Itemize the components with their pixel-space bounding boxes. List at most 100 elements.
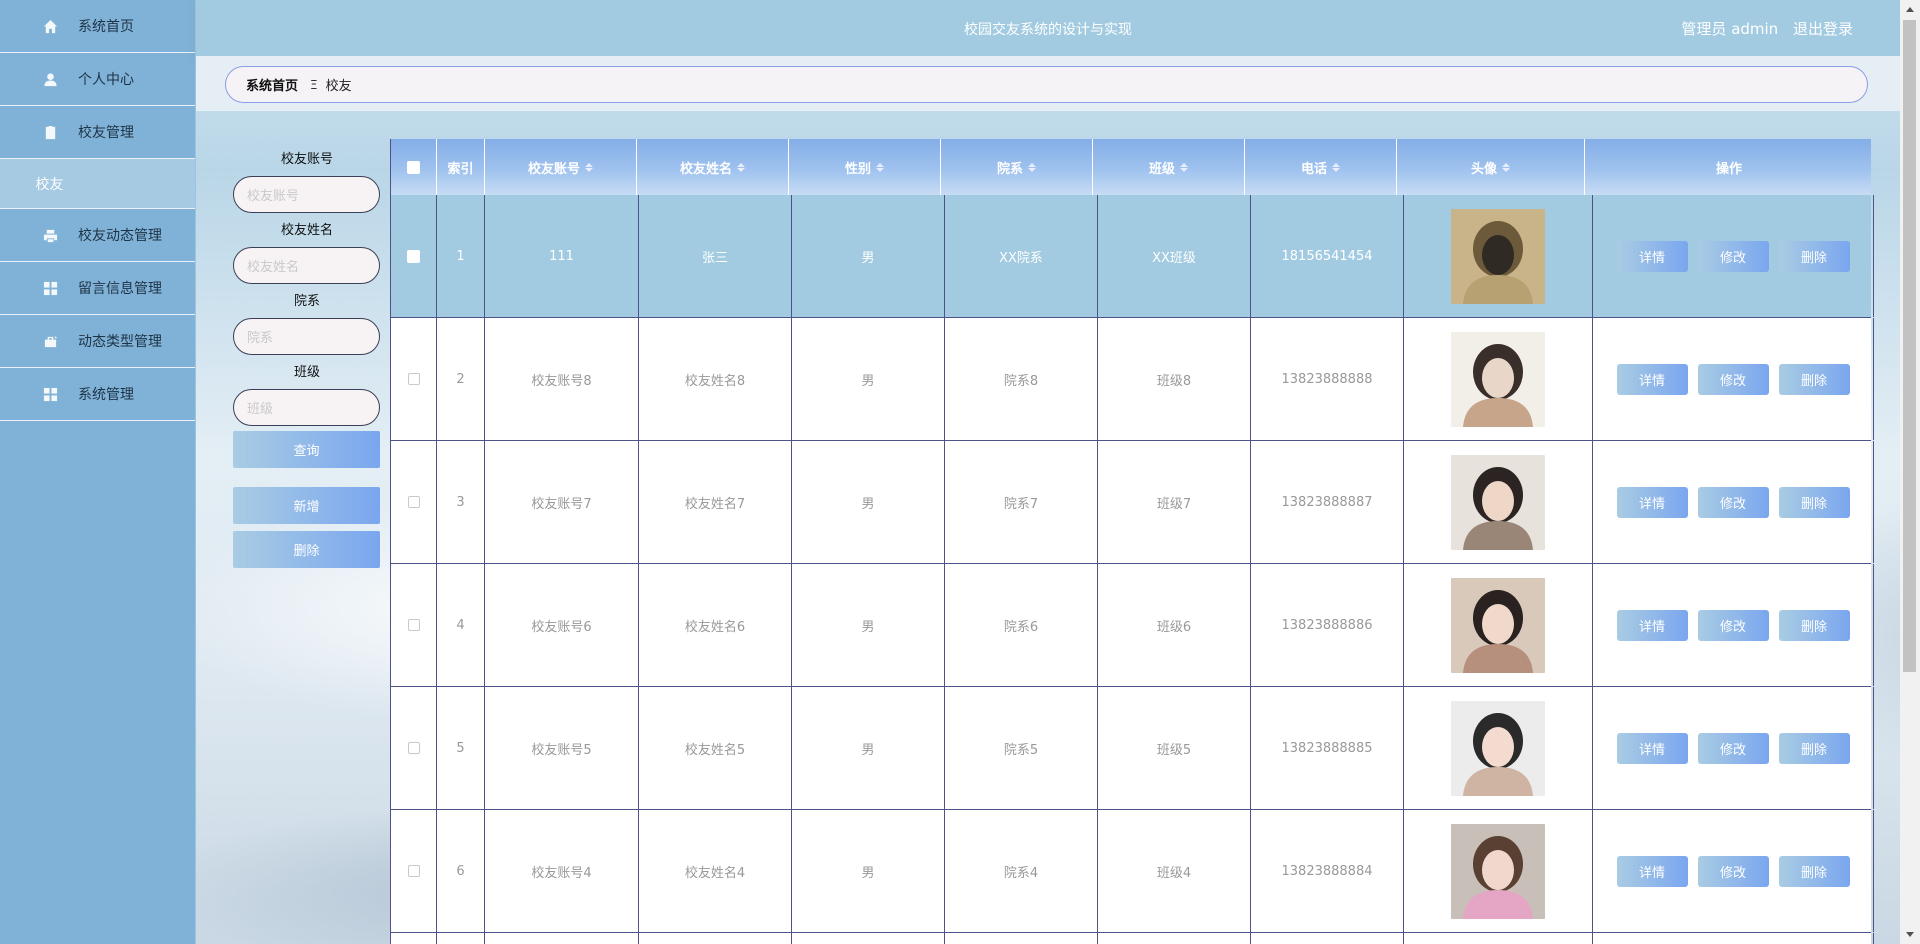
delete-button[interactable]: 删除	[1778, 240, 1850, 272]
header-label: 电话	[1300, 161, 1327, 177]
table-row[interactable]: 4 校友账号6 校友姓名6 男院系6 班级6 13823888886 详情 修改 删除	[391, 564, 1874, 687]
sidebar-item-alumni-news[interactable]: 校友动态管理	[0, 209, 195, 262]
edit-button[interactable]: 修改	[1697, 609, 1769, 641]
breadcrumb-separator: Ξ	[310, 77, 318, 92]
table-row	[391, 933, 1874, 944]
row-checkbox[interactable]	[407, 865, 420, 877]
cell-phone: 13823888888	[1251, 318, 1404, 440]
printer-icon	[42, 227, 58, 243]
avatar[interactable]	[1451, 823, 1545, 919]
header-class[interactable]: 班级	[1093, 139, 1245, 195]
add-button[interactable]: 新增	[233, 487, 380, 524]
row-select-cell	[391, 441, 437, 563]
cell-department: 院系8	[945, 318, 1098, 440]
row-checkbox[interactable]	[407, 742, 420, 754]
detail-button[interactable]: 详情	[1616, 486, 1688, 518]
batch-delete-button[interactable]: 删除	[233, 531, 380, 568]
home-icon	[42, 18, 58, 34]
detail-button[interactable]: 详情	[1616, 363, 1688, 395]
class-label: 班级	[293, 365, 320, 380]
sidebar-item-label: 系统首页	[78, 19, 134, 35]
table-row[interactable]: 3 校友账号7 校友姓名7 男院系7 班级7 13823888887 详情 修改 删除	[391, 441, 1874, 564]
cell-gender: 男	[792, 318, 945, 440]
cell-actions: 详情 修改 删除	[1593, 318, 1874, 440]
name-input[interactable]: 校友姓名	[233, 247, 380, 284]
cell-avatar	[1404, 810, 1593, 932]
avatar[interactable]	[1451, 208, 1545, 304]
sort-icon	[1028, 162, 1036, 172]
cell-name: 校友姓名7	[639, 441, 792, 563]
logout-link[interactable]: 退出登录	[1793, 20, 1853, 38]
sidebar-item-alumni-management[interactable]: 校友管理	[0, 106, 195, 159]
scroll-up-icon[interactable]	[1906, 7, 1914, 12]
avatar[interactable]	[1451, 454, 1545, 550]
avatar[interactable]	[1451, 577, 1545, 673]
table-row[interactable]: 5 校友账号5 校友姓名5 男院系5 班级5 13823888885 详情 修改 删除	[391, 687, 1874, 810]
header-phone[interactable]: 电话	[1245, 139, 1397, 195]
user-area: 管理员 admin 退出登录	[1681, 18, 1853, 39]
edit-button[interactable]: 修改	[1697, 240, 1769, 272]
row-checkbox[interactable]	[407, 496, 420, 508]
cell-department: 院系7	[945, 441, 1098, 563]
edit-button[interactable]: 修改	[1697, 855, 1769, 887]
avatar[interactable]	[1451, 700, 1545, 796]
cell-department: 院系5	[945, 687, 1098, 809]
cell-phone: 13823888886	[1251, 564, 1404, 686]
breadcrumb-current: 校友	[325, 79, 352, 94]
table-row[interactable]: 1 111 张三男 XX院系 XX班级 18156541454 详情 修改 删除	[391, 195, 1874, 318]
detail-button[interactable]: 详情	[1616, 609, 1688, 641]
table-row[interactable]: 6 校友账号4 校友姓名4 男院系4 班级4 13823888884 详情 修改 删除	[391, 810, 1874, 933]
header-gender[interactable]: 性别	[789, 139, 941, 195]
sidebar-subitem-alumni[interactable]: 校友	[0, 159, 195, 209]
avatar[interactable]	[1451, 331, 1545, 427]
scrollbar-thumb[interactable]	[1903, 20, 1916, 672]
cell-phone: 18156541454	[1251, 195, 1404, 317]
cell-index: 4	[437, 564, 485, 686]
briefcase-icon	[42, 333, 58, 349]
row-checkbox[interactable]	[407, 249, 420, 263]
cell-actions: 详情 修改 删除	[1593, 687, 1874, 809]
header-label: 头像	[1470, 161, 1497, 177]
row-checkbox[interactable]	[407, 619, 420, 631]
sort-icon	[737, 162, 745, 172]
table-row[interactable]: 2 校友账号8 校友姓名8 男院系8 班级8 13823888888 详情 修改 删除	[391, 318, 1874, 441]
detail-button[interactable]: 详情	[1616, 732, 1688, 764]
sidebar-item-profile[interactable]: 个人中心	[0, 53, 195, 106]
edit-button[interactable]: 修改	[1697, 486, 1769, 518]
header-account[interactable]: 校友账号	[485, 139, 637, 195]
cell-class: XX班级	[1098, 195, 1251, 317]
header-department[interactable]: 院系	[941, 139, 1093, 195]
header-name[interactable]: 校友姓名	[637, 139, 789, 195]
breadcrumb: 系统首页 Ξ 校友	[225, 66, 1868, 103]
query-button[interactable]: 查询	[233, 431, 380, 468]
department-input[interactable]: 院系	[233, 318, 380, 355]
sidebar-item-home[interactable]: 系统首页	[0, 0, 195, 53]
delete-button[interactable]: 删除	[1778, 363, 1850, 395]
delete-button[interactable]: 删除	[1778, 609, 1850, 641]
detail-button[interactable]: 详情	[1616, 240, 1688, 272]
cell-phone: 13823888885	[1251, 687, 1404, 809]
cell-gender: 男	[792, 810, 945, 932]
account-input[interactable]: 校友账号	[233, 176, 380, 213]
class-input[interactable]: 班级	[233, 389, 380, 426]
header-avatar[interactable]: 头像	[1397, 139, 1585, 195]
edit-button[interactable]: 修改	[1697, 732, 1769, 764]
sidebar-item-news-types[interactable]: 动态类型管理	[0, 315, 195, 368]
sidebar-item-system[interactable]: 系统管理	[0, 368, 195, 421]
breadcrumb-bar: 系统首页 Ξ 校友	[196, 56, 1900, 111]
scroll-down-icon[interactable]	[1906, 932, 1914, 937]
sidebar-item-messages[interactable]: 留言信息管理	[0, 262, 195, 315]
row-select-cell	[391, 687, 437, 809]
breadcrumb-home[interactable]: 系统首页	[246, 75, 298, 94]
cell-class: 班级7	[1098, 441, 1251, 563]
delete-button[interactable]: 删除	[1778, 732, 1850, 764]
edit-button[interactable]: 修改	[1697, 363, 1769, 395]
delete-button[interactable]: 删除	[1778, 486, 1850, 518]
cell-name: 校友姓名8	[639, 318, 792, 440]
page-scrollbar[interactable]	[1900, 0, 1920, 944]
delete-button[interactable]: 删除	[1778, 855, 1850, 887]
cell-gender: 男	[792, 441, 945, 563]
select-all-checkbox[interactable]	[407, 160, 420, 174]
row-checkbox[interactable]	[407, 373, 420, 385]
detail-button[interactable]: 详情	[1616, 855, 1688, 887]
